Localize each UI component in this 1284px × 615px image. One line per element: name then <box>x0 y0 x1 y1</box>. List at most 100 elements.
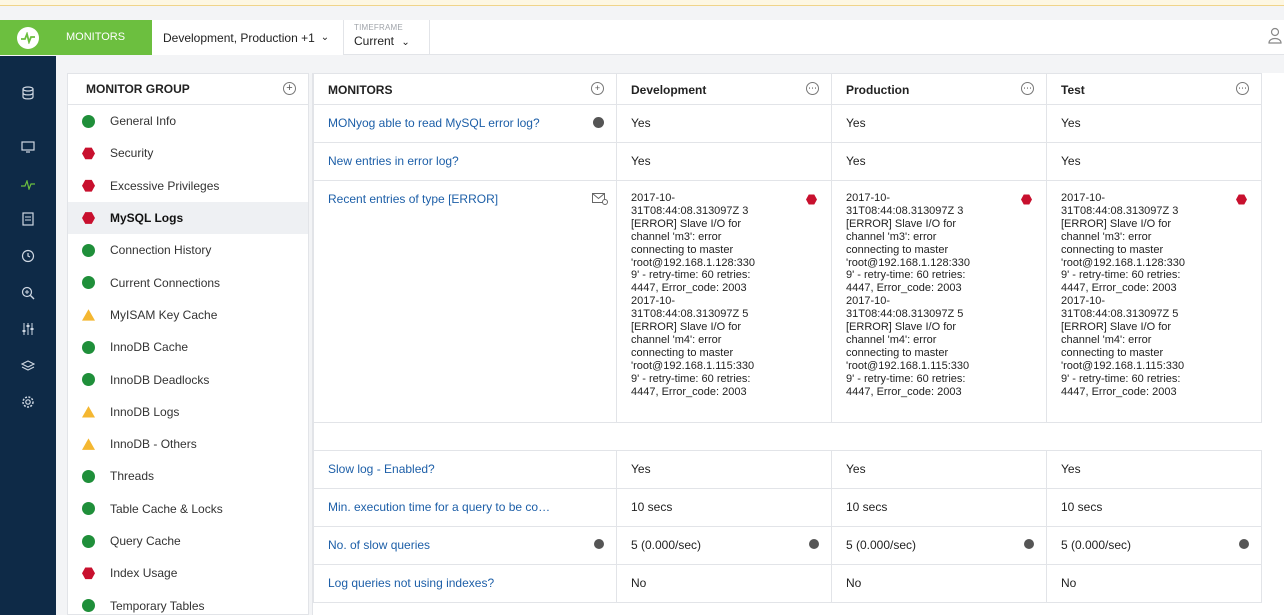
table-cell: Yes <box>831 450 1047 489</box>
monitor-name-link[interactable]: No. of slow queries <box>313 526 617 565</box>
column-header-test: Test ⋯ <box>1046 73 1262 105</box>
monitor-group-label: Temporary Tables <box>110 598 205 613</box>
user-icon[interactable] <box>1268 27 1282 47</box>
monitor-group-item[interactable]: Query Cache <box>68 525 308 557</box>
critical-status-icon <box>1021 194 1032 205</box>
app-logo[interactable] <box>0 20 56 55</box>
monitor-group-item[interactable]: MySQL Logs <box>68 201 308 235</box>
table-cell: No <box>1046 564 1262 603</box>
status-ok-icon <box>82 502 95 516</box>
monitor-name-link[interactable]: New entries in error log? <box>313 142 617 181</box>
sliders-icon[interactable] <box>0 314 56 344</box>
left-nav-rail <box>0 56 56 615</box>
timeframe-label: TIMEFRAME <box>354 23 403 32</box>
table-header-row: MONITORS + Development ⋯ Production ⋯ Test ⋯ <box>313 73 1262 105</box>
monitor-group-label: InnoDB Deadlocks <box>110 372 210 387</box>
status-ok-icon <box>82 276 95 290</box>
status-critical-icon <box>82 179 95 192</box>
table-row: Min. execution time for a query to be co… <box>313 488 1262 527</box>
error-log-cell: 2017-10- 31T08:44:08.313097Z 3 [ERROR] S… <box>616 180 832 423</box>
error-log-cell: 2017-10- 31T08:44:08.313097Z 3 [ERROR] S… <box>1046 180 1262 423</box>
monitor-group-list: General Info Security Excessive Privileges… <box>68 105 308 615</box>
monitor-group-item[interactable]: MyISAM Key Cache <box>68 299 308 331</box>
monitor-group-item[interactable]: InnoDB Logs <box>68 396 308 428</box>
status-critical-icon <box>82 567 95 580</box>
more-options-icon[interactable]: ⋯ <box>1236 82 1249 95</box>
table-cell: No <box>831 564 1047 603</box>
monitor-group-label: MySQL Logs <box>110 211 184 226</box>
monitor-group-label: Security <box>110 146 154 161</box>
database-icon[interactable] <box>0 78 56 108</box>
monitor-group-item[interactable]: Index Usage <box>68 557 308 589</box>
table-cell: No <box>616 564 832 603</box>
monitor-group-label: Connection History <box>110 243 212 258</box>
monitor-group-item[interactable]: InnoDB Cache <box>68 331 308 363</box>
chevron-down-icon: ⌄ <box>320 32 330 43</box>
more-options-icon[interactable]: ⋯ <box>1021 82 1034 95</box>
table-row: No. of slow queries 5 (0.000/sec) 5 (0.0… <box>313 526 1262 565</box>
status-ok-icon <box>82 534 95 548</box>
table-cell: Yes <box>616 450 832 489</box>
monitor-group-item[interactable]: InnoDB Deadlocks <box>68 363 308 395</box>
monitor-group-item[interactable]: Threads <box>68 460 308 492</box>
chart-icon[interactable] <box>1024 539 1034 549</box>
timeframe-selector[interactable]: TIMEFRAME Current ⌄ <box>344 20 430 55</box>
monitor-group-title: MONITOR GROUP <box>86 82 190 96</box>
status-critical-icon <box>82 147 95 160</box>
more-options-icon[interactable]: ⋯ <box>806 82 819 95</box>
monitor-group-item[interactable]: Connection History <box>68 234 308 266</box>
table-cell: Yes <box>1046 104 1262 143</box>
table-row: Log queries not using indexes? No No No <box>313 564 1262 603</box>
monitor-group-item[interactable]: Current Connections <box>68 266 308 298</box>
monitor-group-item[interactable]: General Info <box>68 105 308 137</box>
table-cell: Yes <box>616 142 832 181</box>
monitor-group-panel: MONITOR GROUP + General Info Security Exce… <box>67 73 309 615</box>
pulse-icon[interactable] <box>0 170 56 200</box>
status-ok-icon <box>82 340 95 354</box>
table-cell: Yes <box>616 104 832 143</box>
status-critical-icon <box>82 212 95 224</box>
monitor-group-label: InnoDB - Others <box>110 437 197 452</box>
monitor-group-item[interactable]: Security <box>68 137 308 169</box>
status-ok-icon <box>82 469 95 483</box>
monitor-group-item[interactable]: InnoDB - Others <box>68 428 308 460</box>
layers-icon[interactable] <box>0 351 56 381</box>
chart-icon[interactable] <box>594 539 604 549</box>
table-cell: 5 (0.000/sec) <box>831 526 1047 565</box>
monitor-group-label: InnoDB Cache <box>110 340 189 355</box>
top-border <box>0 0 1284 6</box>
column-header-development: Development ⋯ <box>616 73 832 105</box>
chart-icon[interactable] <box>1239 539 1249 549</box>
error-log-cell: 2017-10- 31T08:44:08.313097Z 3 [ERROR] S… <box>831 180 1047 423</box>
monitor-group-label: Current Connections <box>110 275 221 290</box>
monitor-group-label: Excessive Privileges <box>110 178 220 193</box>
table-row: Slow log - Enabled? Yes Yes Yes <box>313 450 1262 489</box>
monitor-group-item[interactable]: Excessive Privileges <box>68 170 308 202</box>
info-icon[interactable] <box>593 117 604 128</box>
table-cell: Yes <box>831 142 1047 181</box>
table-cell: 10 secs <box>616 488 832 527</box>
gear-icon[interactable] <box>0 387 56 417</box>
monitor-icon[interactable] <box>0 132 56 162</box>
chart-icon[interactable] <box>809 539 819 549</box>
table-row: MONyog able to read MySQL error log? Yes… <box>313 104 1262 143</box>
monitor-group-header: MONITOR GROUP + <box>68 74 308 105</box>
monitor-name-link[interactable]: Min. execution time for a query to be co… <box>313 488 617 527</box>
monitor-name-link[interactable]: Slow log - Enabled? <box>313 450 617 489</box>
monitor-name-link[interactable]: Log queries not using indexes? <box>313 564 617 603</box>
add-monitor-icon[interactable]: + <box>591 82 604 95</box>
table-cell: 10 secs <box>831 488 1047 527</box>
environment-value: Development, Production +1 <box>163 30 315 45</box>
monitor-name-link[interactable]: Recent entries of type [ERROR] <box>313 180 617 423</box>
monitor-name-link[interactable]: MONyog able to read MySQL error log? <box>313 104 617 143</box>
zoom-icon[interactable] <box>0 278 56 308</box>
monitor-group-item[interactable]: Temporary Tables <box>68 589 308 615</box>
document-icon[interactable] <box>0 204 56 234</box>
monitor-group-item[interactable]: Table Cache & Locks <box>68 493 308 525</box>
chevron-down-icon: ⌄ <box>401 37 410 48</box>
email-alert-icon[interactable] <box>592 193 608 205</box>
environment-selector[interactable]: Development, Production +1 ⌄ <box>152 20 344 55</box>
monitors-tab[interactable]: MONITORS <box>56 20 152 55</box>
clock-icon[interactable] <box>0 241 56 271</box>
add-group-icon[interactable]: + <box>283 82 296 95</box>
